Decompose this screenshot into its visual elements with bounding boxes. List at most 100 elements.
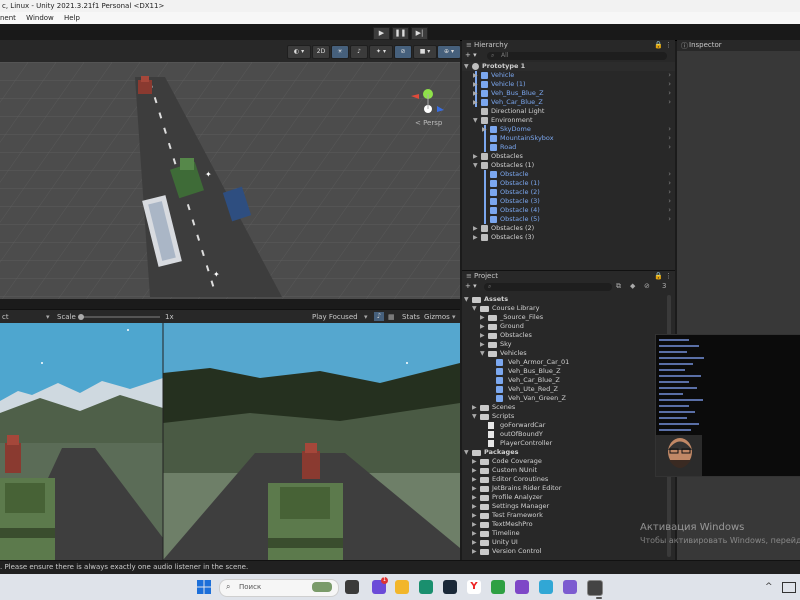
project-item[interactable]: Veh_Van_Green_Z (462, 394, 675, 403)
expand-arrow-icon[interactable]: ▼ (473, 116, 478, 125)
project-item[interactable]: Veh_Ute_Red_Z (462, 385, 675, 394)
tray-display-icon[interactable] (782, 582, 796, 593)
telegram-icon[interactable] (539, 580, 553, 594)
project-item[interactable]: Veh_Armor_Car_01 (462, 358, 675, 367)
project-item[interactable]: PlayerController (462, 439, 675, 448)
game-view[interactable] (0, 323, 460, 560)
collapse-arrow-icon[interactable]: ▶ (473, 80, 478, 89)
collapse-arrow-icon[interactable]: ▶ (480, 331, 485, 340)
collapse-arrow-icon[interactable]: ▶ (473, 233, 478, 242)
store-icon[interactable] (419, 580, 433, 594)
collapse-arrow-icon[interactable]: ▶ (473, 152, 478, 161)
windows-start-icon[interactable] (197, 580, 211, 594)
collapse-arrow-icon[interactable]: ▶ (472, 484, 477, 493)
menu-item-component[interactable]: nent (0, 14, 16, 22)
project-item[interactable]: ▶ Obstacles (462, 331, 675, 340)
open-prefab-icon[interactable]: › (668, 134, 671, 143)
gizmos-arrow[interactable]: ▾ (452, 310, 456, 324)
collapse-arrow-icon[interactable]: ▶ (472, 475, 477, 484)
expand-arrow-icon[interactable]: ▼ (464, 295, 469, 304)
play-mode-arrow[interactable]: ▾ (364, 310, 368, 324)
hierarchy-item[interactable]: Directional Light (462, 107, 675, 116)
project-item[interactable]: ▶ _Source_Files (462, 313, 675, 322)
hierarchy-item[interactable]: ▶ Veh_Bus_Blue_Z › (462, 89, 675, 98)
hierarchy-item[interactable]: ▼ Prototype 1 (462, 62, 675, 71)
display-dropdown[interactable]: ct (2, 310, 9, 324)
app-icon-1[interactable] (491, 580, 505, 594)
hierarchy-item[interactable]: ▶ SkyDome › (462, 125, 675, 134)
lock-icon[interactable]: 🔒 (654, 41, 663, 49)
open-prefab-icon[interactable]: › (668, 143, 671, 152)
hidden-objects-icon[interactable]: ⊘ (394, 45, 412, 59)
scene-view[interactable]: ✦ ✦ < Persp (0, 62, 460, 299)
inspector-menu-icon[interactable]: ⓘ (681, 41, 688, 51)
project-more-icon[interactable]: ⋮ (665, 272, 672, 280)
project-item[interactable]: ▶ Profile Analyzer (462, 493, 675, 502)
collapse-arrow-icon[interactable]: ▶ (480, 313, 485, 322)
collapse-arrow-icon[interactable]: ▶ (473, 71, 478, 80)
expand-arrow-icon[interactable]: ▼ (472, 304, 477, 313)
hierarchy-item[interactable]: ▼ Environment (462, 116, 675, 125)
project-item[interactable]: ▶ JetBrains Rider Editor (462, 484, 675, 493)
taskbar-search-box[interactable]: ⌕ Поиск (219, 579, 339, 597)
collapse-arrow-icon[interactable]: ▶ (473, 224, 478, 233)
step-button[interactable]: ▶| (411, 27, 428, 40)
display-dropdown-arrow[interactable]: ▾ (46, 310, 50, 324)
project-item[interactable]: ▶ Code Coverage (462, 457, 675, 466)
collapse-arrow-icon[interactable]: ▶ (480, 340, 485, 349)
open-prefab-icon[interactable]: › (668, 170, 671, 179)
hierarchy-item[interactable]: Obstacle (4) › (462, 206, 675, 215)
hierarchy-item[interactable]: MountainSkybox › (462, 134, 675, 143)
project-tab[interactable]: Project (474, 272, 498, 280)
shading-mode-dropdown[interactable]: ◐ ▾ (287, 45, 311, 59)
open-prefab-icon[interactable]: › (668, 179, 671, 188)
search-by-type-icon[interactable]: ⧉ (616, 282, 621, 291)
collapse-arrow-icon[interactable]: ▶ (472, 493, 477, 502)
hierarchy-item[interactable]: Obstacle (5) › (462, 215, 675, 224)
gizmos-button[interactable]: Gizmos (424, 310, 450, 324)
more-options-icon[interactable]: ⋮ (665, 41, 672, 49)
effects-dropdown[interactable]: ✦ ▾ (369, 45, 393, 59)
hierarchy-item[interactable]: ▼ Obstacles (1) (462, 161, 675, 170)
play-button[interactable]: ▶ (373, 27, 390, 40)
hierarchy-item[interactable]: ▶ Vehicle › (462, 71, 675, 80)
visual-studio-icon[interactable] (515, 580, 529, 594)
hierarchy-item[interactable]: ▶ Obstacles (462, 152, 675, 161)
hierarchy-item[interactable]: ▶ Veh_Car_Blue_Z › (462, 98, 675, 107)
project-item[interactable]: outOfBoundY (462, 430, 675, 439)
collapse-arrow-icon[interactable]: ▶ (480, 322, 485, 331)
console-status-bar[interactable]: . Please ensure there is always exactly … (0, 560, 800, 575)
collapse-arrow-icon[interactable]: ▶ (473, 98, 478, 107)
project-item[interactable]: ▶ Sky (462, 340, 675, 349)
open-prefab-icon[interactable]: › (668, 80, 671, 89)
open-prefab-icon[interactable]: › (668, 89, 671, 98)
project-search-input[interactable]: ⌕ (484, 283, 612, 291)
project-create-button[interactable]: + ▾ (465, 282, 477, 290)
expand-arrow-icon[interactable]: ▼ (480, 349, 485, 358)
task-view-icon[interactable] (345, 580, 359, 594)
open-prefab-icon[interactable]: › (668, 125, 671, 134)
lighting-toggle-icon[interactable]: ☀ (331, 45, 349, 59)
stats-button[interactable]: Stats (402, 310, 420, 324)
persp-label[interactable]: < Persp (415, 119, 442, 127)
project-item[interactable]: ▶ Ground (462, 322, 675, 331)
hierarchy-item[interactable]: Obstacle (2) › (462, 188, 675, 197)
project-item[interactable]: ▼ Scripts (462, 412, 675, 421)
project-item[interactable]: Veh_Car_Blue_Z (462, 376, 675, 385)
unity-icon[interactable] (587, 580, 603, 596)
hierarchy-item[interactable]: Obstacle (3) › (462, 197, 675, 206)
expand-arrow-icon[interactable]: ▼ (472, 412, 477, 421)
shortcuts-icon[interactable]: ▦ (388, 310, 395, 324)
menu-item-help[interactable]: Help (64, 14, 80, 22)
create-button[interactable]: + ▾ (465, 51, 477, 59)
hierarchy-search-input[interactable]: ⌕ All (487, 52, 667, 60)
collapse-arrow-icon[interactable]: ▶ (472, 520, 477, 529)
project-item[interactable]: goForwardCar (462, 421, 675, 430)
scale-slider[interactable] (78, 314, 160, 320)
project-item[interactable]: ▼ Course Library (462, 304, 675, 313)
project-item[interactable]: Veh_Bus_Blue_Z (462, 367, 675, 376)
collapse-arrow-icon[interactable]: ▶ (473, 89, 478, 98)
play-mode-dropdown[interactable]: Play Focused (312, 310, 358, 324)
project-item[interactable]: ▼ Assets (462, 295, 675, 304)
expand-arrow-icon[interactable]: ▼ (464, 448, 469, 457)
